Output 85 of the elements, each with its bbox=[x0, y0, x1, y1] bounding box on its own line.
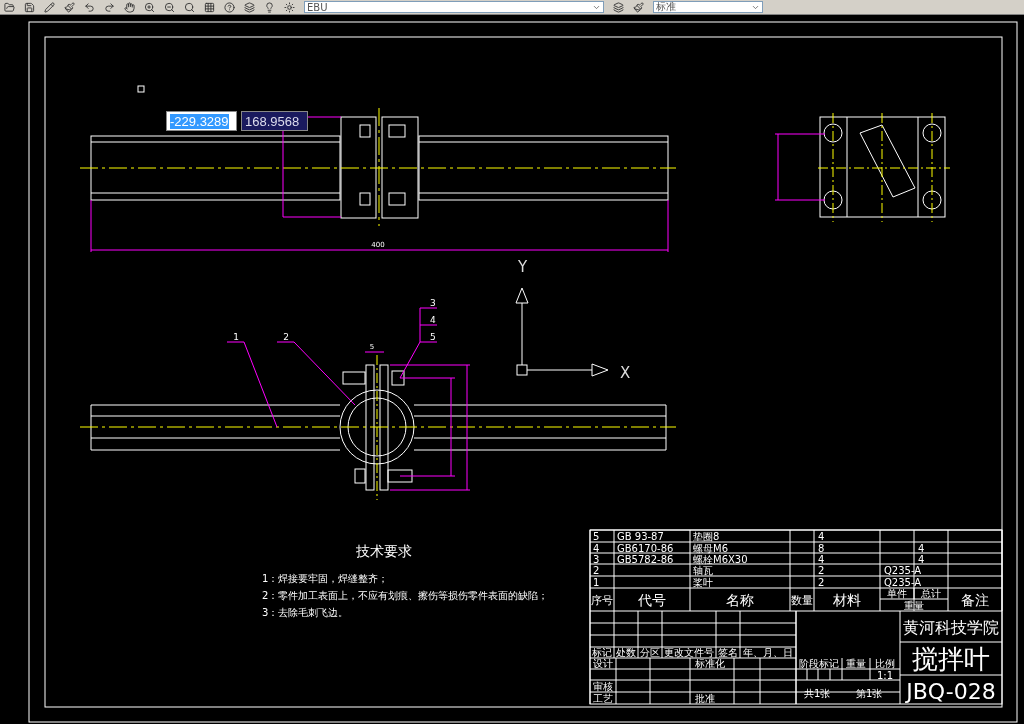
grid-icon[interactable] bbox=[204, 1, 215, 13]
folder-icon[interactable] bbox=[4, 1, 15, 13]
save-icon[interactable] bbox=[24, 1, 35, 13]
header-label: 数量 bbox=[791, 594, 813, 607]
title-block-label: 工艺 bbox=[593, 693, 613, 704]
header-label: 材料 bbox=[833, 592, 861, 608]
title-block-label: 审核 bbox=[593, 681, 613, 692]
brush-icon[interactable] bbox=[633, 1, 644, 13]
title-block-label: 重量 bbox=[846, 658, 866, 669]
leader-number: 3 bbox=[430, 298, 436, 308]
title-block-label: 批准 bbox=[695, 693, 715, 704]
title-block-label: 分区 bbox=[640, 647, 660, 658]
leader-number: 1 bbox=[233, 332, 239, 342]
search-icon[interactable] bbox=[184, 1, 195, 13]
part-code: GB 93-87 bbox=[617, 531, 664, 542]
hand-icon[interactable] bbox=[124, 1, 135, 13]
leader-number: 2 bbox=[283, 332, 289, 342]
row-number: 3 bbox=[593, 554, 600, 565]
title-block-label: 更改文件号 bbox=[664, 647, 714, 658]
header-label: 备注 bbox=[961, 592, 989, 608]
layers-icon[interactable] bbox=[244, 1, 255, 13]
brush-icon[interactable] bbox=[64, 1, 75, 13]
header-label: 代号 bbox=[638, 592, 666, 608]
part-quantity: 4 bbox=[818, 531, 825, 542]
requirements-title: 技术要求 bbox=[356, 543, 412, 559]
title-block-label: 标准化 bbox=[695, 658, 725, 669]
part-material: Q235-A bbox=[884, 565, 922, 576]
title-block-label: 阶段标记 bbox=[799, 658, 839, 669]
ucs-icon bbox=[515, 287, 609, 377]
header-label: 总计 bbox=[921, 588, 941, 599]
undo-icon[interactable] bbox=[84, 1, 95, 13]
axis-label: Y bbox=[518, 258, 528, 276]
sheet-number: 第1张 bbox=[856, 688, 883, 699]
input-field[interactable]: 168.9568 bbox=[241, 111, 308, 131]
zoom-out-icon[interactable] bbox=[164, 1, 175, 13]
title-block-label: 签名 bbox=[718, 647, 738, 658]
sheet-count: 共1张 bbox=[804, 688, 831, 699]
header-label: 重量 bbox=[904, 600, 924, 611]
part-title: 搅拌叶 bbox=[912, 644, 990, 674]
title-block-label: 年、月、日 bbox=[743, 647, 793, 658]
redo-icon[interactable] bbox=[104, 1, 115, 13]
part-weight: 4 bbox=[918, 554, 925, 565]
part-code: GB5782-86 bbox=[617, 554, 674, 565]
part-name: 桨叶 bbox=[693, 577, 713, 588]
school-name: 黄河科技学院 bbox=[903, 618, 999, 637]
part-name: 轴瓦 bbox=[693, 565, 713, 576]
requirement-text: 2：零件加工表面上，不应有划痕、擦伤等损伤零件表面的缺陷； bbox=[262, 590, 549, 601]
requirement-text: 3：去除毛刺飞边。 bbox=[262, 607, 349, 618]
part-quantity: 2 bbox=[818, 577, 825, 588]
title-block-label: 处数 bbox=[616, 647, 636, 658]
row-number: 1 bbox=[593, 577, 600, 588]
scale-value: 1:1 bbox=[877, 670, 894, 681]
layer-dropdown[interactable]: EBU bbox=[304, 1, 604, 13]
layers-icon[interactable] bbox=[613, 1, 624, 13]
part-quantity: 2 bbox=[818, 565, 825, 576]
header-label: 名称 bbox=[726, 592, 754, 608]
axis-label: X bbox=[620, 364, 631, 382]
row-number: 4 bbox=[593, 543, 600, 554]
row-number: 2 bbox=[593, 565, 600, 576]
row-number: 5 bbox=[593, 531, 600, 542]
part-name: 螺母M6 bbox=[693, 543, 728, 554]
help-icon[interactable] bbox=[224, 1, 235, 13]
header-label: 单件 bbox=[887, 588, 907, 599]
part-weight: 4 bbox=[918, 543, 925, 554]
part-quantity: 8 bbox=[818, 543, 825, 554]
part-name: 螺栓M6X30 bbox=[693, 554, 748, 565]
lightbulb-icon[interactable] bbox=[264, 1, 275, 13]
title-block-label: 设计 bbox=[593, 658, 613, 669]
title-block-label: 比例 bbox=[875, 658, 895, 669]
leader-number: 4 bbox=[430, 315, 436, 325]
requirement-text: 1：焊接要牢固，焊缝整齐； bbox=[262, 573, 389, 584]
zoom-in-icon[interactable] bbox=[144, 1, 155, 13]
pickbox-icon bbox=[137, 85, 145, 93]
drawing-number: JBQ-028 bbox=[906, 679, 996, 704]
pencil-icon[interactable] bbox=[44, 1, 55, 13]
style-dropdown[interactable]: 标准 bbox=[653, 1, 763, 13]
part-code: GB6170-86 bbox=[617, 543, 674, 554]
part-quantity: 4 bbox=[818, 554, 825, 565]
header-label: 序号 bbox=[591, 594, 613, 607]
part-name: 垫圈8 bbox=[693, 531, 720, 542]
title-block-label: 标记 bbox=[592, 647, 612, 658]
sun-icon[interactable] bbox=[284, 1, 295, 13]
leader-line bbox=[399, 307, 438, 379]
part-material: Q235-A bbox=[884, 577, 922, 588]
leader-number: 5 bbox=[430, 332, 436, 342]
